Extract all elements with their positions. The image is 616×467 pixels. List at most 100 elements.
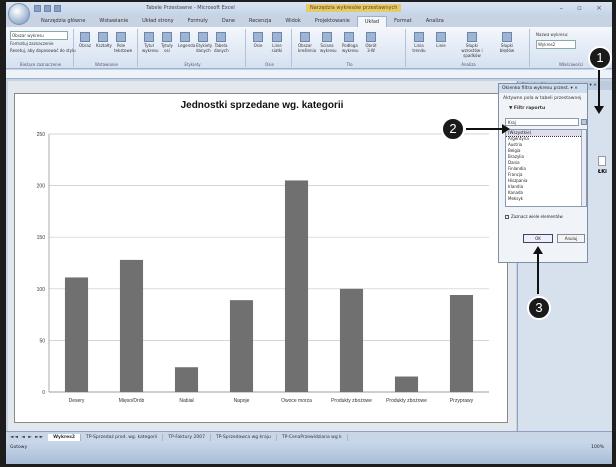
filter-list-item[interactable]: Meksyk [506,196,586,202]
up-down-bars-button[interactable]: Słupki wzrostów i spadków [458,32,486,58]
text-box-icon [116,32,126,42]
sheet-tab[interactable]: TP-Sprzedaż prod. wg. kategorii [81,433,164,441]
chart-wall-button[interactable]: Ściana wykresu [320,32,337,54]
chart-title-button[interactable]: Tytuł wykresu [142,32,159,54]
gridlines-button[interactable]: Linie siatki [270,32,284,54]
tab-9[interactable]: Układ [356,16,388,27]
sheet-tab-bar: ◄◄ ◄ ► ►► Wykres2 TP-Sprzedaż prod. wg. k… [6,431,612,442]
office-button[interactable] [8,3,30,25]
chart-wall-icon [322,32,332,42]
window-controls[interactable]: – ▫ × [559,4,608,12]
axis-titles-button[interactable]: Tytuły osi [160,32,174,54]
cancel-button[interactable]: Anuluj [557,234,585,243]
sheet-tab[interactable]: TP-Faktury 2007 [163,433,211,441]
arrowhead-icon [594,106,604,114]
arrowhead-icon [502,124,510,134]
sheet-tab[interactable]: TP-CenaPrzewidziana wg k [277,433,348,441]
error-bars-button[interactable]: Słupki błędów [494,32,520,54]
data-labels-button[interactable]: Etykiety danych [196,32,212,54]
active-fields-label: Aktywne pola w tabeli przestawnej [503,96,582,101]
bar [339,288,364,392]
tab-5[interactable]: Dane [215,16,242,27]
tab-2[interactable]: Wstawianie [92,16,135,27]
callout-badge-3: 3 [527,296,551,320]
redo-icon[interactable] [54,5,61,12]
current-selection-group: Obszar wykresu Formatuj zaznaczenie Rese… [8,29,76,67]
status-text: Gotowy [10,445,28,450]
data-labels-icon [198,32,208,42]
shapes-button[interactable]: Kształty [96,32,112,54]
tab-7[interactable]: Widok [278,16,307,27]
background-group: Obszar kreślenia Ściana wykresu Podłoga … [294,29,406,67]
list-scrollbar[interactable] [581,130,586,206]
text-box-button[interactable]: Pole tekstowe [114,32,132,54]
tab-8[interactable]: Projektowanie [308,16,357,27]
pane-scroll-up[interactable] [598,156,606,166]
picture-icon [80,32,90,42]
axis-titles-icon [162,32,172,42]
trendline-icon [414,32,424,42]
tab-3[interactable]: Układ strony [135,16,181,27]
callout-badge-2: 2 [441,117,465,141]
format-selection-button[interactable]: Formatuj zaznaczenie [10,41,54,46]
excel-window: Tabele Przestawne - Microsoft Excel Narz… [6,2,612,464]
sheet-nav-arrows[interactable]: ◄◄ ◄ ► ►► [6,435,48,440]
chart-sheet: Jednostki sprzedane wg. kategorii 0 50 100… [8,81,516,431]
ok-button[interactable]: OK [523,234,553,243]
tab-1[interactable]: Narzędzia główne [34,16,92,27]
tab-11[interactable]: Analiza [419,16,451,27]
plot-area-button[interactable]: Obszar kreślenia [298,32,316,54]
sheet-tab[interactable]: Wykres2 [48,433,82,441]
legend-button[interactable]: Legenda [178,32,195,54]
bar [229,300,254,392]
data-table-icon [216,32,226,42]
y-tick-label: 0 [42,390,45,396]
callout-badge-1: 1 [588,46,612,70]
y-tick-label: 150 [37,235,46,241]
rotation-3d-button[interactable]: Obrót 3-W [364,32,378,54]
gridlines-icon [272,32,282,42]
picture-button[interactable]: Obraz [78,32,92,54]
y-tick-label: 250 [37,132,46,138]
tab-6[interactable]: Recenzja [242,16,278,27]
chart-elements-dropdown[interactable]: Obszar wykresu [10,31,68,40]
group-label: Bieżące zaznaczenie [19,62,62,67]
chart-name-label: Nazwa wykresu: [536,32,569,37]
x-tick-label: Owoce morza [281,398,312,404]
dialog-title: Okienko filtra wykresu przest. ▾ × [499,84,587,93]
multi-select-checkbox[interactable]: Zaznacz wiele elementów [505,214,563,219]
labels-group: Tytuł wykresu Tytuły osi Legenda Etykiet… [140,29,246,67]
group-label: Analiza [461,62,476,67]
data-table-button[interactable]: Tabela danych [214,32,229,54]
chart-name-input[interactable]: Wykres2 [536,40,576,49]
reset-style-button[interactable]: Resetuj, aby dopasować do stylu [10,48,76,53]
bar [284,180,309,392]
arrowhead-icon [533,246,543,254]
callout-arrow-2 [466,128,504,130]
ribbon-tabs: Narzędzia główne Wstawianie Układ strony Fo… [34,16,451,27]
x-tick-label: Produkty zbożowe [331,398,372,404]
lines-button[interactable]: Linie [434,32,448,54]
error-bars-icon [502,32,512,42]
formula-bar[interactable] [6,70,612,79]
funnel-icon[interactable] [581,119,587,125]
filter-field-input[interactable]: Kraj [505,118,579,126]
tab-4[interactable]: Formuły [181,16,215,27]
chart-area[interactable]: Jednostki sprzedane wg. kategorii 0 50 100… [14,93,508,423]
sheet-tab[interactable]: TP-Sprzedawca wg kraju [211,433,277,441]
axes-button[interactable]: Osie [251,32,265,54]
bar [174,367,199,392]
callout-arrow-3 [537,252,539,294]
trendline-button[interactable]: Linia trendu [412,32,426,54]
window-title: Tabele Przestawne - Microsoft Excel [146,5,235,11]
save-icon[interactable] [34,5,41,12]
bar [449,294,474,392]
tab-10[interactable]: Format [387,16,419,27]
x-tick-label: Napoje [234,398,250,404]
x-tick-label: Produkty zbożowe [386,398,427,404]
bar [64,277,89,392]
zoom-level[interactable]: 100% [591,445,604,450]
undo-icon[interactable] [44,5,51,12]
chart-floor-button[interactable]: Podłoga wykresu [342,32,359,54]
x-tick-label: Mięso/Drób [119,398,145,404]
